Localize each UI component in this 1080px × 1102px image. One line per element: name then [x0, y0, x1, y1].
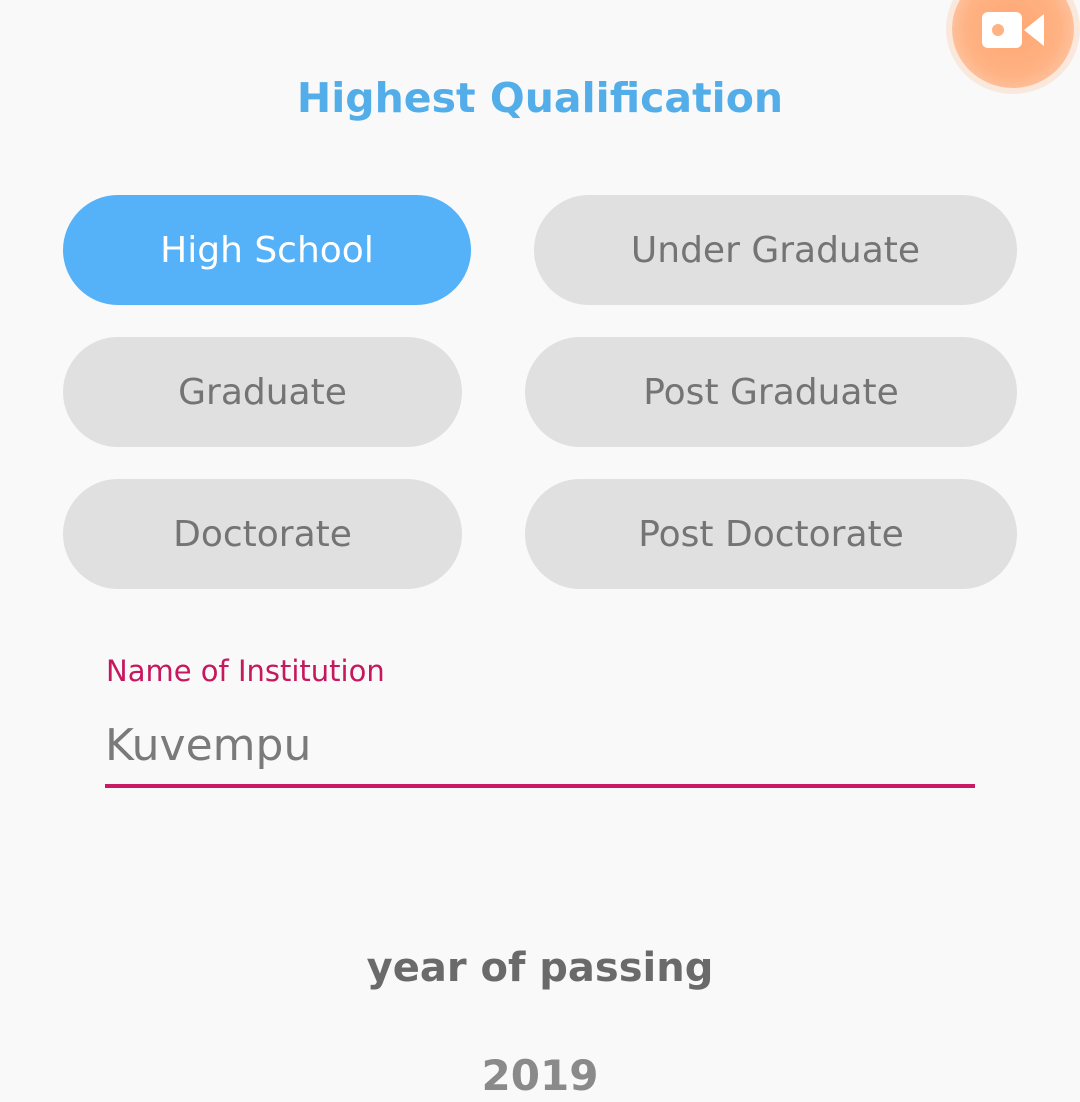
year-of-passing-value[interactable]: 2019: [0, 1050, 1080, 1102]
qualification-option-graduate[interactable]: Graduate: [63, 337, 462, 447]
year-of-passing-heading: year of passing: [366, 945, 714, 991]
qualification-option-high-school[interactable]: High School: [63, 195, 471, 305]
qualification-option-post-graduate[interactable]: Post Graduate: [525, 337, 1017, 447]
qualification-option-post-doctorate[interactable]: Post Doctorate: [525, 479, 1017, 589]
page-title: Highest Qualification: [296, 74, 784, 122]
qualification-option-doctorate[interactable]: Doctorate: [63, 479, 462, 589]
qualification-option-under-graduate[interactable]: Under Graduate: [534, 195, 1017, 305]
video-camera-icon: [982, 12, 1044, 48]
institution-name-input[interactable]: [105, 706, 975, 788]
institution-field-label: Name of Institution: [106, 654, 385, 688]
